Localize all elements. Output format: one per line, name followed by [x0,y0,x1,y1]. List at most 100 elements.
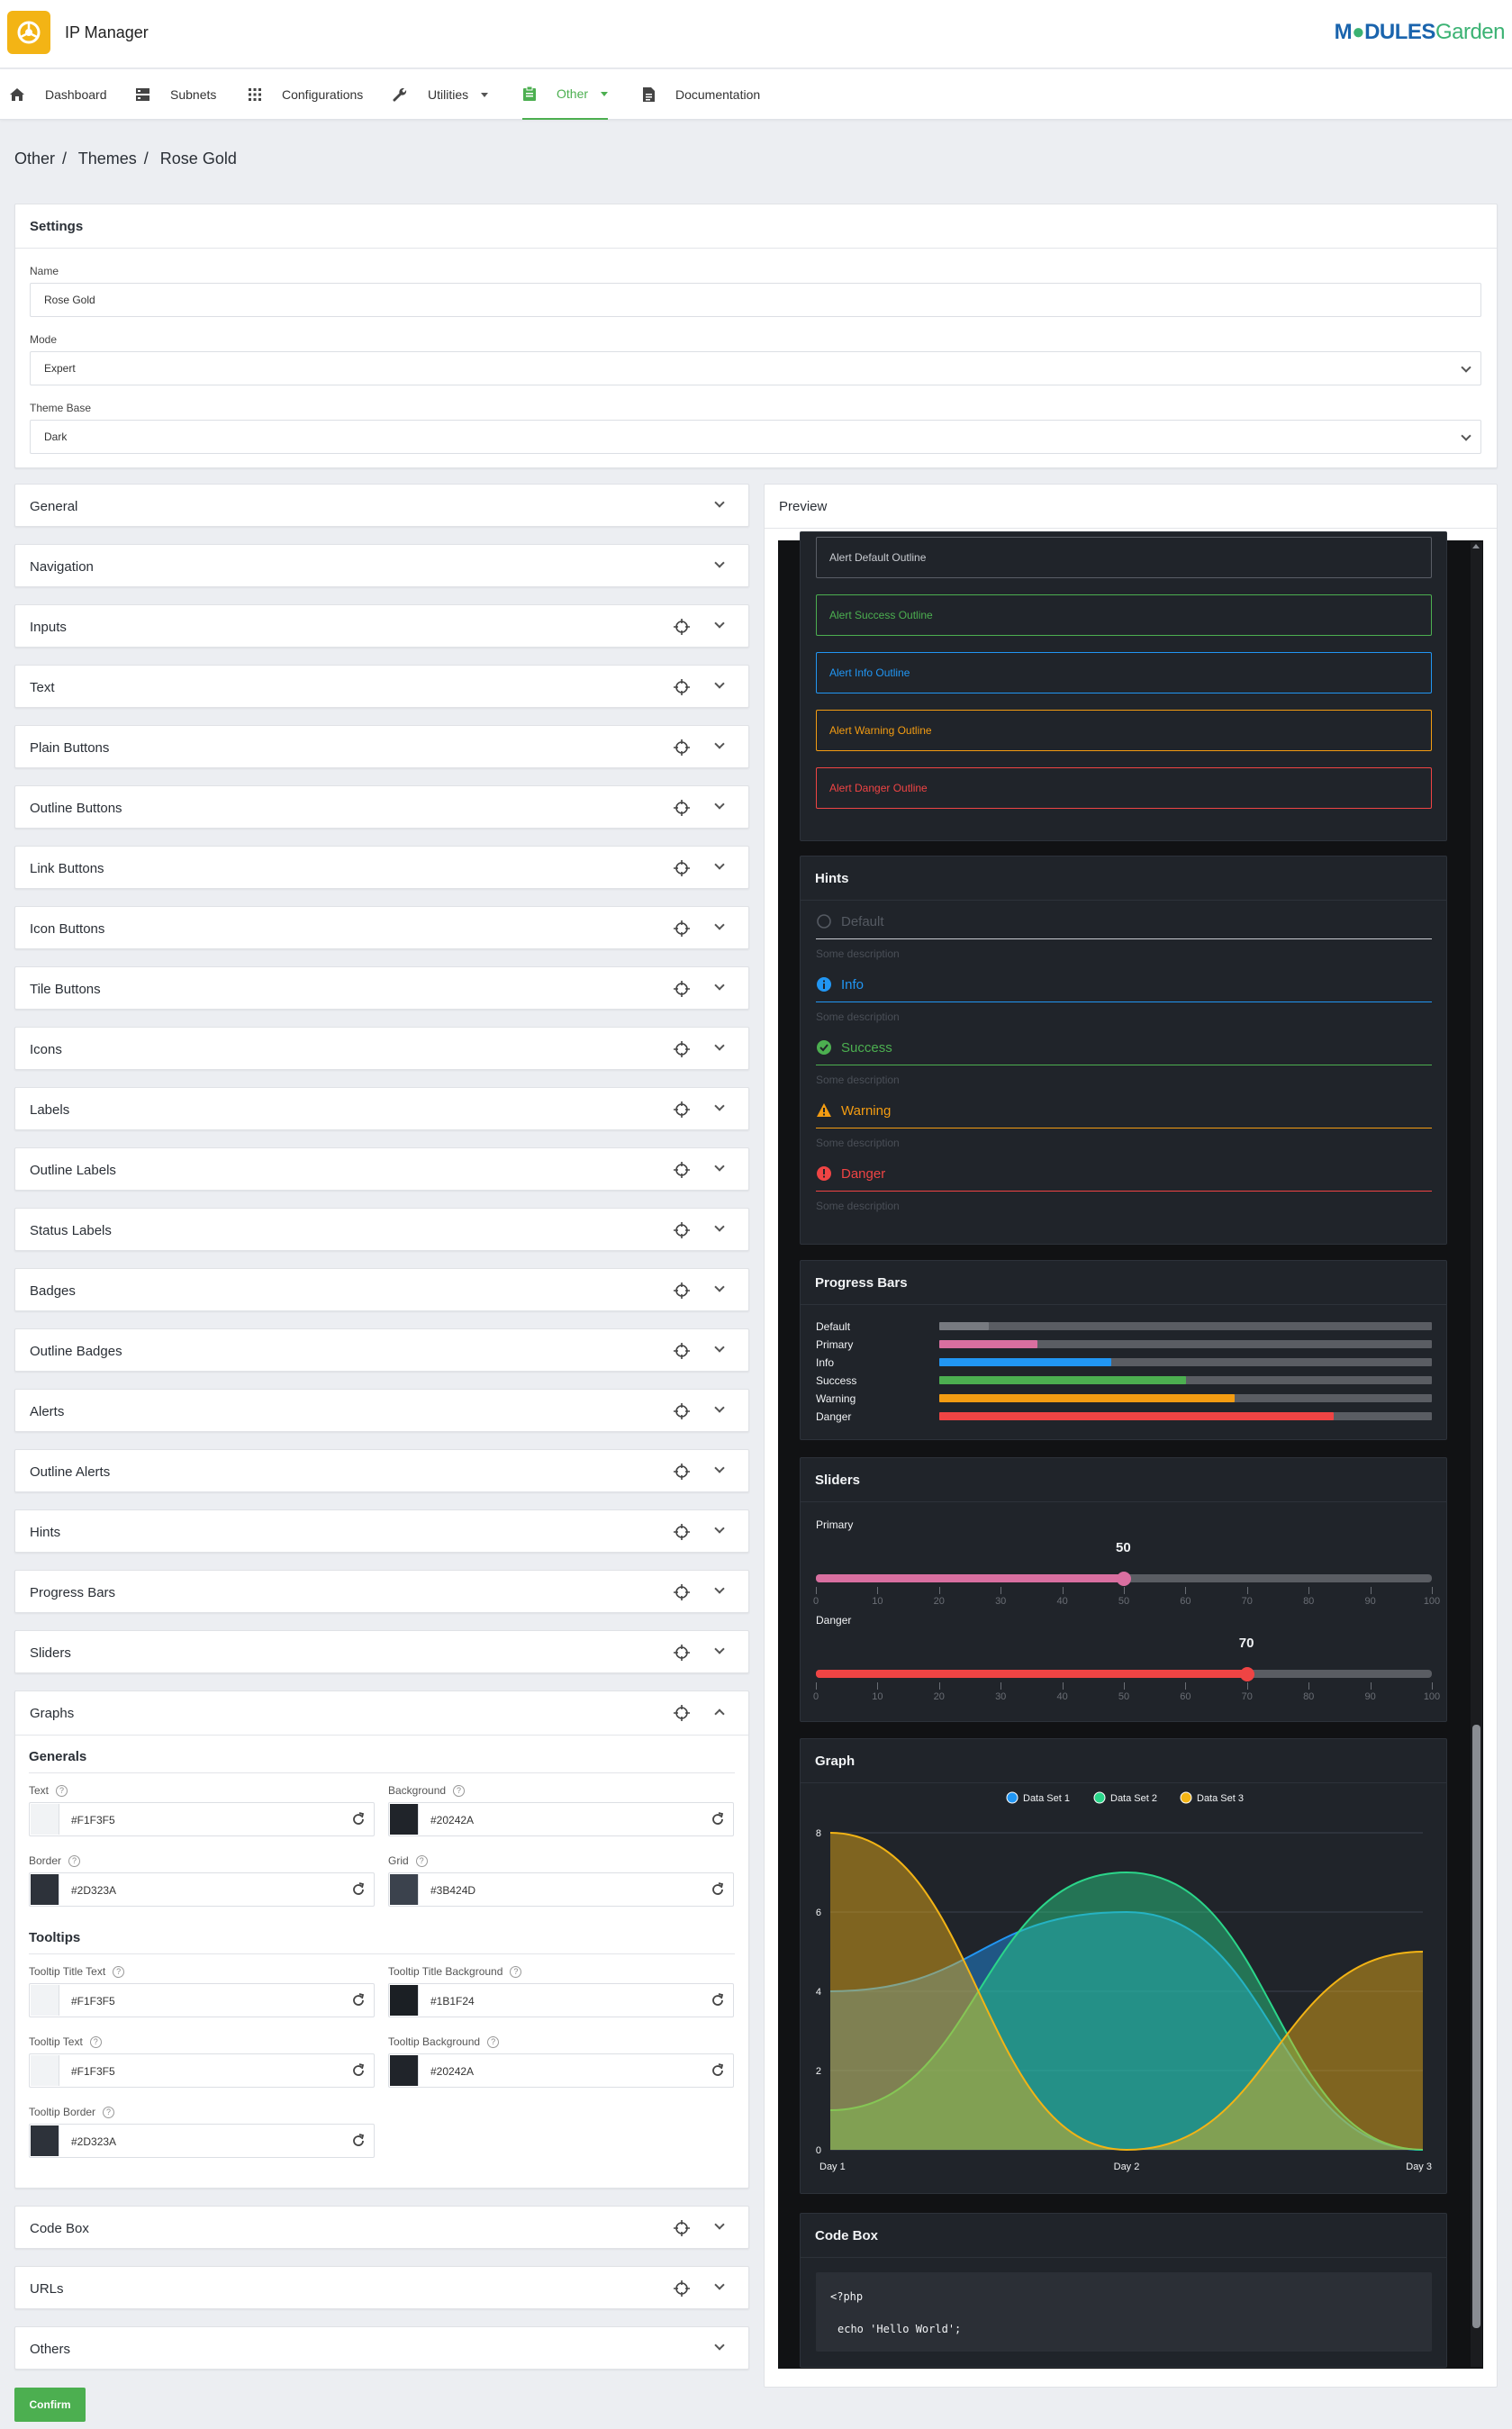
theme-base-select[interactable]: Dark [30,420,1481,454]
preview-scrollbar-thumb[interactable] [1472,1725,1480,2328]
section-plain-buttons[interactable]: Plain Buttons [14,725,749,768]
help-icon[interactable]: ? [56,1785,68,1798]
breadcrumb-themes[interactable]: Themes [78,150,137,168]
help-icon[interactable]: ? [510,1966,522,1979]
section-navigation[interactable]: Navigation [14,544,749,587]
nav-dashboard[interactable]: Dashboard [9,69,107,120]
help-icon[interactable]: ? [415,1855,428,1868]
chevron-down-icon[interactable] [714,739,725,749]
color-input-border[interactable]: #2D323A [29,1872,375,1907]
color-input-text[interactable]: #F1F3F5 [29,1802,375,1836]
color-swatch[interactable] [31,1804,59,1835]
chevron-down-icon[interactable] [714,618,725,629]
chevron-down-icon[interactable] [714,1402,725,1413]
section-outline-labels[interactable]: Outline Labels [14,1147,749,1191]
crosshair-icon[interactable] [673,1342,691,1364]
chevron-down-icon[interactable] [714,859,725,870]
section-urls[interactable]: URLs [14,2266,749,2309]
chevron-down-icon[interactable] [714,1583,725,1594]
crosshair-icon[interactable] [673,1704,691,1722]
section-outline-alerts[interactable]: Outline Alerts [14,1449,749,1492]
color-input-tooltip-title-text[interactable]: #F1F3F5 [29,1983,375,2017]
crosshair-icon[interactable] [673,859,691,882]
section-badges[interactable]: Badges [14,1268,749,1311]
color-swatch[interactable] [390,1804,419,1835]
help-icon[interactable]: ? [68,1855,81,1868]
help-icon[interactable]: ? [103,2107,115,2119]
crosshair-icon[interactable] [673,1583,691,1606]
app-logo-icon[interactable] [7,11,50,54]
crosshair-icon[interactable] [673,1101,691,1123]
crosshair-icon[interactable] [673,1402,691,1425]
crosshair-icon[interactable] [673,678,691,701]
crosshair-icon[interactable] [673,1161,691,1183]
section-inputs[interactable]: Inputs [14,604,749,648]
slider-handle[interactable] [1117,1572,1131,1586]
crosshair-icon[interactable] [673,1282,691,1304]
confirm-button[interactable]: Confirm [14,2388,86,2422]
chevron-down-icon[interactable] [714,920,725,930]
modulesgarden-logo[interactable]: M●DULESGarden [1335,20,1506,45]
chevron-down-icon[interactable] [714,557,725,568]
section-general[interactable]: General [14,484,749,527]
color-swatch[interactable] [31,1874,59,1905]
mode-select[interactable]: Expert [30,351,1481,385]
color-input-tooltip-background[interactable]: #20242A [388,2053,734,2088]
color-swatch[interactable] [390,1874,419,1905]
help-icon[interactable]: ? [487,2036,500,2049]
crosshair-icon[interactable] [673,2219,691,2242]
section-outline-buttons[interactable]: Outline Buttons [14,785,749,829]
reset-icon[interactable] [710,1881,726,1902]
crosshair-icon[interactable] [673,1463,691,1485]
color-swatch[interactable] [31,1985,59,2016]
crosshair-icon[interactable] [673,618,691,640]
crosshair-icon[interactable] [673,739,691,761]
nav-configurations[interactable]: Configurations [248,69,363,120]
nav-subnets[interactable]: Subnets [135,69,216,120]
color-swatch[interactable] [31,2055,59,2086]
name-input[interactable]: Rose Gold [30,283,1481,317]
reset-icon[interactable] [350,1811,367,1832]
color-input-background[interactable]: #20242A [388,1802,734,1836]
section-text[interactable]: Text [14,665,749,708]
section-hints[interactable]: Hints [14,1509,749,1553]
chevron-down-icon[interactable] [714,1282,725,1292]
section-labels[interactable]: Labels [14,1087,749,1130]
section-icon-buttons[interactable]: Icon Buttons [14,906,749,949]
color-input-grid[interactable]: #3B424D [388,1872,734,1907]
help-icon[interactable]: ? [453,1785,466,1798]
scroll-up-icon[interactable] [1472,544,1480,548]
chevron-up-icon[interactable] [714,1708,725,1719]
chevron-down-icon[interactable] [714,2279,725,2290]
reset-icon[interactable] [350,2133,367,2153]
chevron-down-icon[interactable] [714,1644,725,1654]
section-alerts[interactable]: Alerts [14,1389,749,1432]
chevron-down-icon[interactable] [714,2219,725,2230]
reset-icon[interactable] [350,2062,367,2083]
section-code-box[interactable]: Code Box [14,2206,749,2249]
slider-primary[interactable] [816,1572,1432,1586]
section-tile-buttons[interactable]: Tile Buttons [14,966,749,1010]
section-status-labels[interactable]: Status Labels [14,1208,749,1251]
reset-icon[interactable] [350,1992,367,2013]
chevron-down-icon[interactable] [714,2340,725,2351]
section-sliders[interactable]: Sliders [14,1630,749,1673]
slider-handle[interactable] [1239,1667,1254,1681]
crosshair-icon[interactable] [673,1644,691,1666]
help-icon[interactable]: ? [113,1966,125,1979]
color-input-tooltip-border[interactable]: #2D323A [29,2124,375,2158]
chevron-down-icon[interactable] [714,799,725,810]
crosshair-icon[interactable] [673,1040,691,1063]
chevron-down-icon[interactable] [714,678,725,689]
crosshair-icon[interactable] [673,920,691,942]
chevron-down-icon[interactable] [714,1463,725,1473]
reset-icon[interactable] [350,1881,367,1902]
section-outline-badges[interactable]: Outline Badges [14,1328,749,1372]
chevron-down-icon[interactable] [714,1342,725,1353]
crosshair-icon[interactable] [673,1221,691,1244]
crosshair-icon[interactable] [673,799,691,821]
reset-icon[interactable] [710,1811,726,1832]
slider-danger[interactable] [816,1667,1432,1681]
crosshair-icon[interactable] [673,1523,691,1545]
chevron-down-icon[interactable] [714,1040,725,1051]
